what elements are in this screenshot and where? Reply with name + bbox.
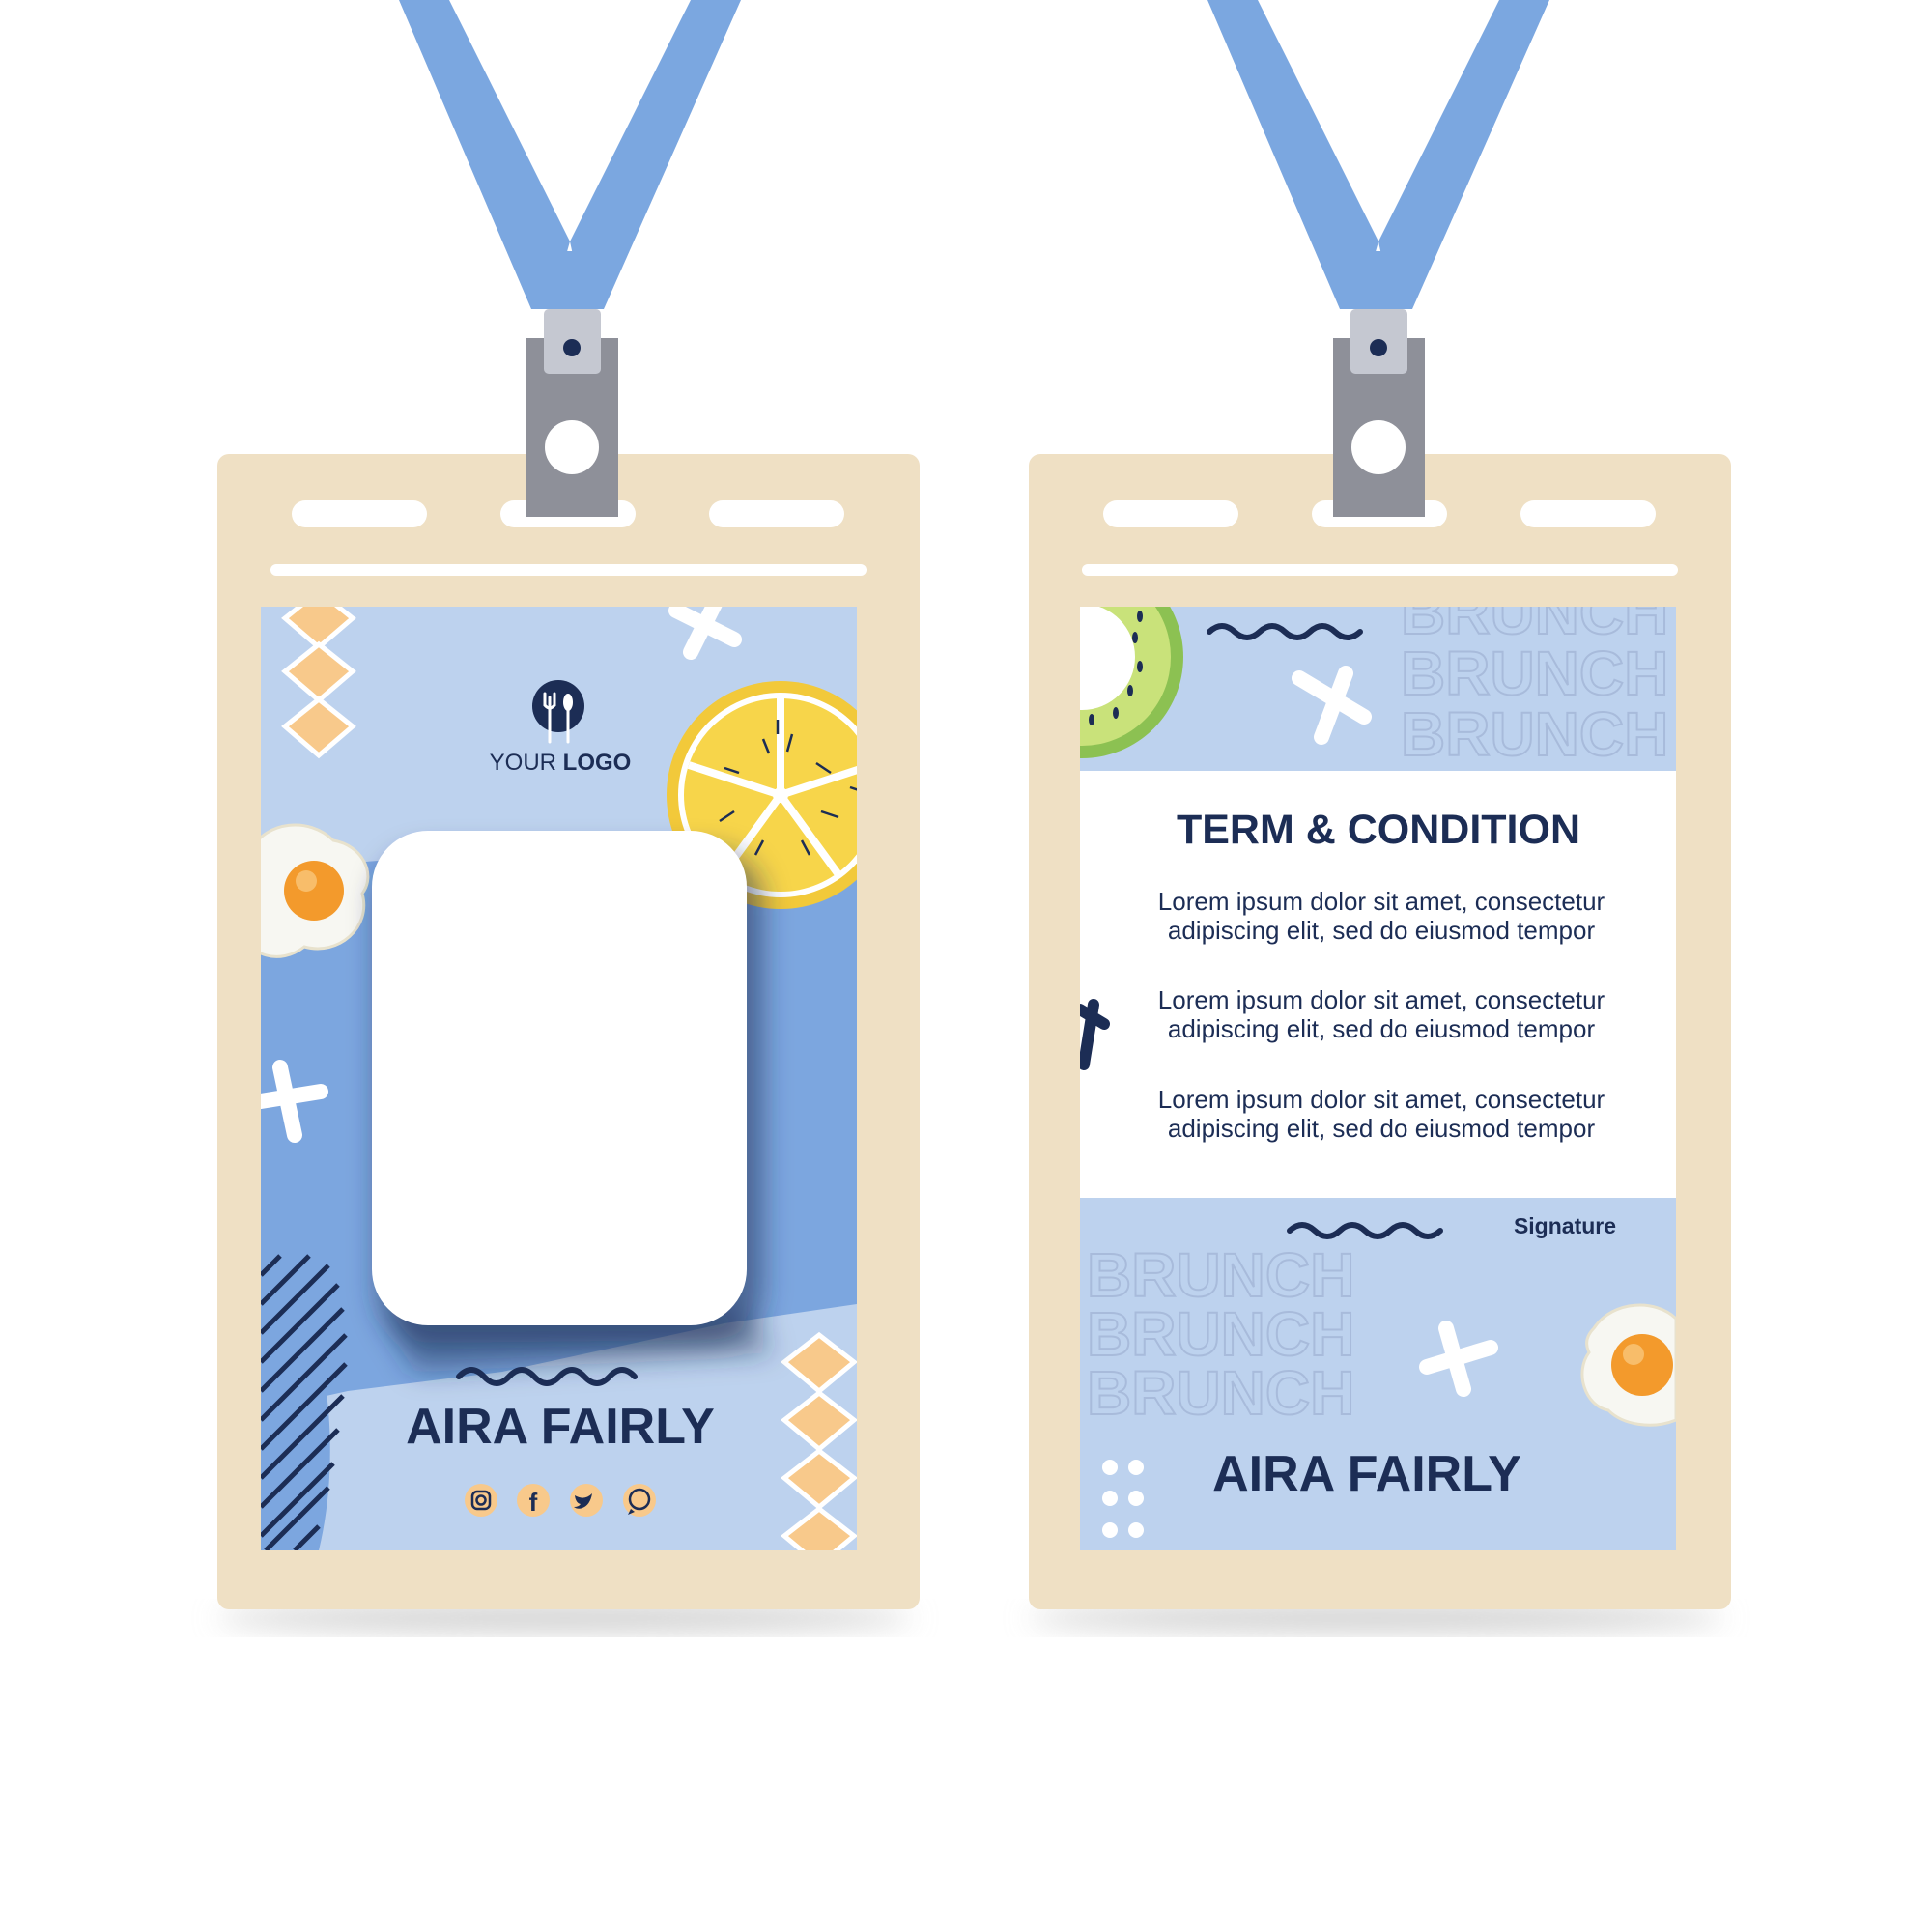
term-line: adipiscing elit, sed do eiusmod tempor <box>1168 1114 1596 1143</box>
term-line: Lorem ipsum dolor sit amet, consectetur <box>1158 887 1605 916</box>
logo-text-bold: LOGO <box>563 750 632 776</box>
front-name: AIRA FAIRLY <box>406 1399 715 1455</box>
holder-slot <box>1103 500 1238 527</box>
id-card-mockup: YOUR LOGO AIRA FAIRLY f BRUNCH BRUNCH BR… <box>217 0 1731 1632</box>
twitter-icon[interactable] <box>570 1484 603 1517</box>
term-line: adipiscing elit, sed do eiusmod tempor <box>1168 1014 1596 1043</box>
front-panel: YOUR LOGO AIRA FAIRLY f <box>261 607 857 1550</box>
svg-text:YOUR LOGO: YOUR LOGO <box>490 750 632 776</box>
back-card: BRUNCH BRUNCH BRUNCH TERM & CONDITION Lo… <box>1029 0 1731 1632</box>
front-card: YOUR LOGO AIRA FAIRLY f <box>217 0 920 1632</box>
svg-text:BRUNCH: BRUNCH <box>1087 1358 1354 1428</box>
svg-text:f: f <box>529 1488 538 1517</box>
whatsapp-icon[interactable] <box>623 1484 656 1517</box>
term-line: Lorem ipsum dolor sit amet, consectetur <box>1158 985 1605 1014</box>
term-line: Lorem ipsum dolor sit amet, consectetur <box>1158 1085 1605 1114</box>
back-bottom-band: Signature BRUNCH BRUNCH BRUNCH AIRA FAIR… <box>1080 1198 1676 1550</box>
svg-text:BRUNCH: BRUNCH <box>1401 639 1668 708</box>
holder-slot <box>1520 500 1656 527</box>
holder-slot <box>292 500 427 527</box>
back-name: AIRA FAIRLY <box>1212 1446 1521 1502</box>
logo-text-light: YOUR <box>490 750 556 776</box>
terms-title: TERM & CONDITION <box>1177 807 1580 853</box>
signature-label: Signature <box>1514 1213 1616 1238</box>
fork-spoon-icon <box>532 680 584 732</box>
instagram-icon[interactable] <box>465 1484 497 1517</box>
svg-text:BRUNCH: BRUNCH <box>1401 699 1668 769</box>
holder-slot <box>709 500 844 527</box>
photo-placeholder[interactable] <box>372 831 747 1325</box>
facebook-icon[interactable]: f <box>517 1484 550 1517</box>
term-line: adipiscing elit, sed do eiusmod tempor <box>1168 916 1596 945</box>
brunch-outline-text: BRUNCH BRUNCH BRUNCH <box>1086 1239 1355 1429</box>
